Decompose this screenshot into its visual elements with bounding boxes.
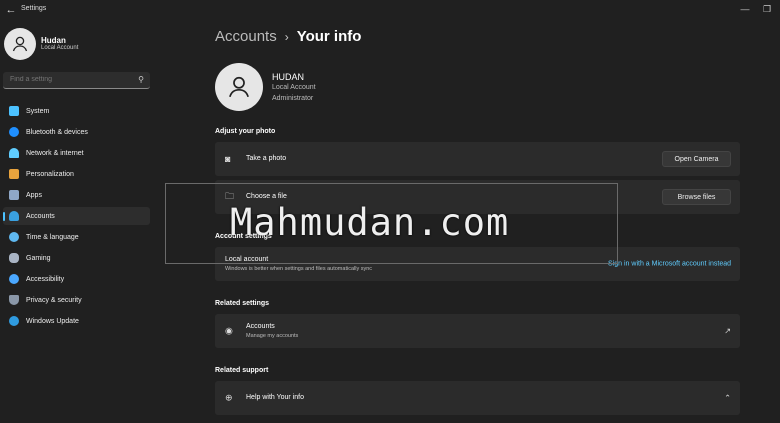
related-support-heading: Related support	[215, 367, 269, 374]
person-circle-icon: ◉	[225, 325, 233, 336]
accounts-link-title: Accounts	[246, 323, 275, 330]
search-box[interactable]: ⚲	[3, 72, 150, 89]
sidebar-item-time-language[interactable]: Time & language	[3, 228, 150, 246]
page-title: Your info	[296, 28, 362, 45]
breadcrumb: Accounts › Your info	[215, 28, 361, 45]
sidebar-item-system[interactable]: System	[3, 102, 150, 120]
accounts-link-card[interactable]: ◉ Accounts Manage my accounts ↗	[215, 314, 740, 348]
window-title: Settings	[21, 5, 47, 12]
sidebar-item-label: Gaming	[26, 254, 51, 262]
local-account-title: Local account	[225, 256, 269, 263]
apps-icon	[9, 190, 19, 200]
profile-account-type: Local Account	[272, 84, 316, 91]
person-icon	[229, 76, 249, 98]
related-settings-heading: Related settings	[215, 300, 270, 307]
take-photo-card: ◙ Take a photo Open Camera	[215, 142, 740, 176]
minimize-button[interactable]: —	[737, 2, 753, 16]
accessibility-icon	[9, 274, 19, 284]
wifi-icon	[9, 148, 19, 158]
gamepad-icon	[9, 253, 19, 263]
adjust-photo-heading: Adjust your photo	[215, 128, 276, 135]
open-camera-button[interactable]: Open Camera	[662, 151, 731, 167]
globe-icon: ⊕	[225, 392, 233, 403]
help-your-info-card[interactable]: ⊕ Help with Your info ⌃	[215, 381, 740, 415]
person-icon	[12, 36, 28, 52]
microsoft-signin-link[interactable]: Sign in with a Microsoft account instead	[608, 261, 731, 268]
sidebar-item-personalization[interactable]: Personalization	[3, 165, 150, 183]
accounts-link-desc: Manage my accounts	[246, 333, 299, 339]
local-account-card: Local account Windows is better when set…	[215, 247, 740, 281]
shield-icon	[9, 295, 19, 305]
local-account-desc: Windows is better when settings and file…	[225, 266, 373, 272]
sidebar-item-label: Privacy & security	[26, 296, 82, 304]
sidebar-item-label: Personalization	[26, 170, 74, 178]
sidebar-item-label: Bluetooth & devices	[26, 128, 88, 136]
sidebar-item-accessibility[interactable]: Accessibility	[3, 270, 150, 288]
user-avatar[interactable]	[4, 28, 36, 60]
open-external-icon: ↗	[724, 326, 731, 336]
account-settings-heading: Account settings	[215, 233, 272, 240]
choose-file-card: 🗀 Choose a file Browse files	[215, 180, 740, 214]
breadcrumb-parent[interactable]: Accounts	[215, 28, 277, 45]
profile-avatar	[215, 63, 263, 111]
sidebar-item-accounts[interactable]: Accounts	[3, 207, 150, 225]
sidebar-item-label: Time & language	[26, 233, 79, 241]
search-icon[interactable]: ⚲	[138, 75, 144, 84]
user-account-type: Local Account	[41, 45, 79, 51]
choose-file-label: Choose a file	[246, 193, 287, 200]
sidebar-item-windows-update[interactable]: Windows Update	[3, 312, 150, 330]
sidebar-nav: System Bluetooth & devices Network & int…	[3, 102, 150, 333]
title-bar: ← Settings — ❐	[0, 0, 780, 22]
bluetooth-icon	[9, 127, 19, 137]
sidebar-item-label: Accounts	[26, 212, 55, 220]
sidebar-item-label: Apps	[26, 191, 42, 199]
profile-name: HUDAN	[272, 72, 305, 82]
sidebar-item-label: Windows Update	[26, 317, 79, 325]
person-icon	[9, 211, 19, 221]
browse-files-button[interactable]: Browse files	[662, 189, 731, 205]
search-input[interactable]	[8, 75, 132, 84]
profile-role: Administrator	[272, 95, 314, 102]
sidebar-item-apps[interactable]: Apps	[3, 186, 150, 204]
chevron-right-icon: ›	[284, 29, 289, 44]
help-your-info-title: Help with Your info	[246, 394, 304, 401]
update-icon	[9, 316, 19, 326]
camera-icon: ◙	[225, 154, 231, 164]
sidebar-item-label: Network & internet	[26, 149, 84, 157]
back-arrow-icon[interactable]: ←	[4, 3, 18, 17]
sidebar-item-privacy[interactable]: Privacy & security	[3, 291, 150, 309]
folder-icon: 🗀	[225, 191, 235, 201]
take-photo-label: Take a photo	[246, 155, 287, 162]
restore-button[interactable]: ❐	[759, 2, 775, 16]
chevron-up-icon[interactable]: ⌃	[724, 394, 731, 403]
user-name: Hudan	[41, 36, 66, 45]
monitor-icon	[9, 106, 19, 116]
sidebar-item-network[interactable]: Network & internet	[3, 144, 150, 162]
brush-icon	[9, 169, 19, 179]
sidebar-item-bluetooth[interactable]: Bluetooth & devices	[3, 123, 150, 141]
sidebar-item-label: Accessibility	[26, 275, 65, 283]
sidebar-item-gaming[interactable]: Gaming	[3, 249, 150, 267]
globe-clock-icon	[9, 232, 19, 242]
sidebar-item-label: System	[26, 107, 50, 115]
